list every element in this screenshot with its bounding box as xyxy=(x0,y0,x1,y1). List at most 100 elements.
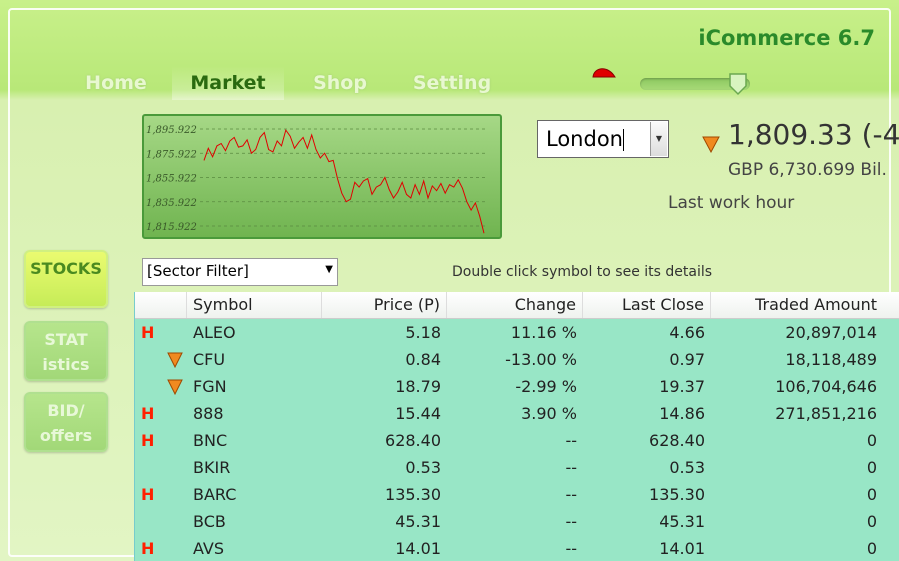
table-row[interactable]: H BNC 628.40 -- 628.40 0 xyxy=(135,427,899,454)
col-header-price[interactable]: Price (P) xyxy=(322,292,447,318)
sector-filter-select[interactable]: [Sector Filter] ▼ xyxy=(142,258,338,286)
symbol-cell[interactable]: BKIR xyxy=(187,454,322,481)
symbol-cell[interactable]: BCB xyxy=(187,508,322,535)
bid-offers-button[interactable]: BID/ offers xyxy=(24,392,108,452)
chevron-down-icon[interactable]: ▼ xyxy=(650,122,667,156)
table-row[interactable]: BCB 45.31 -- 45.31 0 xyxy=(135,508,899,535)
traded-amount-cell: 0 xyxy=(866,512,877,531)
last-close-cell: 135.30 xyxy=(649,485,705,504)
statistics-button-line1: STAT xyxy=(44,330,88,349)
high-indicator-icon: H xyxy=(141,539,155,558)
mouse-icon[interactable] xyxy=(592,65,616,79)
tab-market[interactable]: Market xyxy=(172,66,284,100)
change-cell: 11.16 % xyxy=(510,323,577,342)
down-arrow-icon xyxy=(702,136,720,153)
price-cell: 135.30 xyxy=(385,485,441,504)
col-header-last-close[interactable]: Last Close xyxy=(583,292,711,318)
table-row[interactable]: H ALEO 5.18 11.16 % 4.66 20,897,014 xyxy=(135,319,899,346)
last-close-cell: 0.53 xyxy=(669,458,705,477)
price-cell: 5.18 xyxy=(405,323,441,342)
price-cell: 0.84 xyxy=(405,350,441,369)
traded-amount-cell: 0 xyxy=(866,431,877,450)
last-close-cell: 4.66 xyxy=(669,323,705,342)
price-cell: 628.40 xyxy=(385,431,441,450)
price-cell: 45.31 xyxy=(395,512,441,531)
sector-filter-value: [Sector Filter] xyxy=(147,262,249,280)
symbol-cell[interactable]: BARC xyxy=(187,481,322,508)
traded-amount-cell: 18,118,489 xyxy=(785,350,877,369)
slider-thumb[interactable] xyxy=(728,72,748,96)
table-row[interactable]: H AVS 14.01 -- 14.01 0 xyxy=(135,535,899,561)
stocks-table[interactable]: Symbol Price (P) Change Last Close Trade… xyxy=(134,292,899,561)
market-status: Last work hour xyxy=(668,193,795,213)
index-value: 1,809.33 (-4 xyxy=(728,118,899,151)
symbol-cell[interactable]: AVS xyxy=(187,535,322,561)
last-close-cell: 19.37 xyxy=(659,377,705,396)
last-close-cell: 14.86 xyxy=(659,404,705,423)
change-cell: 3.90 % xyxy=(521,404,577,423)
table-row[interactable]: H 888 15.44 3.90 % 14.86 271,851,216 xyxy=(135,400,899,427)
tab-shop[interactable]: Shop xyxy=(284,66,396,100)
index-market-cap: GBP 6,730.699 Bil. xyxy=(728,160,887,180)
statistics-button[interactable]: STAT istics xyxy=(24,321,108,381)
city-select-value: London xyxy=(546,127,623,151)
index-series-line xyxy=(203,128,485,234)
city-select[interactable]: London ▼ xyxy=(537,120,669,158)
col-header-change[interactable]: Change xyxy=(447,292,583,318)
change-cell: -- xyxy=(565,431,577,450)
last-close-cell: 0.97 xyxy=(669,350,705,369)
stocks-button-label: STOCKS xyxy=(30,259,102,278)
main-nav: Home Market Shop Setting xyxy=(60,66,508,100)
table-row[interactable]: BKIR 0.53 -- 0.53 0 xyxy=(135,454,899,481)
table-row[interactable]: CFU 0.84 -13.00 % 0.97 18,118,489 xyxy=(135,346,899,373)
tab-setting[interactable]: Setting xyxy=(396,66,508,100)
app-title: iCommerce 6.7 xyxy=(698,26,875,50)
high-indicator-icon: H xyxy=(141,431,155,450)
zoom-slider[interactable] xyxy=(640,73,750,96)
change-cell: -2.99 % xyxy=(515,377,577,396)
bid-offers-button-line2: offers xyxy=(39,426,93,445)
change-cell: -- xyxy=(565,485,577,504)
tab-home[interactable]: Home xyxy=(60,66,172,100)
change-cell: -- xyxy=(565,539,577,558)
price-cell: 14.01 xyxy=(395,539,441,558)
traded-amount-cell: 106,704,646 xyxy=(775,377,877,396)
table-row[interactable]: H BARC 135.30 -- 135.30 0 xyxy=(135,481,899,508)
symbol-cell[interactable]: ALEO xyxy=(187,319,322,346)
table-header: Symbol Price (P) Change Last Close Trade… xyxy=(135,292,899,319)
y-tick-label: 1,815.922 xyxy=(146,222,197,233)
chevron-down-icon[interactable]: ▼ xyxy=(325,264,333,275)
details-hint: Double click symbol to see its details xyxy=(452,264,713,280)
price-cell: 18.79 xyxy=(395,377,441,396)
bid-offers-button-line1: BID/ xyxy=(47,401,85,420)
high-indicator-icon: H xyxy=(141,404,155,423)
table-row[interactable]: FGN 18.79 -2.99 % 19.37 106,704,646 xyxy=(135,373,899,400)
change-cell: -- xyxy=(565,458,577,477)
high-indicator-icon: H xyxy=(141,485,155,504)
y-tick-label: 1,855.922 xyxy=(146,174,197,185)
last-close-cell: 14.01 xyxy=(659,539,705,558)
traded-amount-cell: 20,897,014 xyxy=(785,323,877,342)
col-header-symbol[interactable]: Symbol xyxy=(187,292,322,318)
symbol-cell[interactable]: 888 xyxy=(187,400,322,427)
text-caret xyxy=(623,129,624,151)
change-cell: -- xyxy=(565,512,577,531)
down-arrow-icon xyxy=(135,373,187,400)
last-close-cell: 45.31 xyxy=(659,512,705,531)
change-cell: -13.00 % xyxy=(505,350,577,369)
stocks-button[interactable]: STOCKS xyxy=(24,250,108,308)
y-tick-label: 1,895.922 xyxy=(146,125,197,136)
symbol-cell[interactable]: CFU xyxy=(187,346,322,373)
price-cell: 0.53 xyxy=(405,458,441,477)
traded-amount-cell: 0 xyxy=(866,485,877,504)
symbol-cell[interactable]: FGN xyxy=(187,373,322,400)
col-header-icon[interactable] xyxy=(135,292,187,318)
y-tick-label: 1,875.922 xyxy=(146,149,197,160)
y-tick-label: 1,835.922 xyxy=(146,198,197,209)
statistics-button-line2: istics xyxy=(42,355,90,374)
symbol-cell[interactable]: BNC xyxy=(187,427,322,454)
empty-indicator xyxy=(135,454,187,481)
index-mini-chart: 1,895.922 1,875.922 1,855.922 1,835.922 1,81… xyxy=(142,114,502,239)
col-header-traded-amount[interactable]: Traded Amount xyxy=(711,292,883,318)
last-close-cell: 628.40 xyxy=(649,431,705,450)
